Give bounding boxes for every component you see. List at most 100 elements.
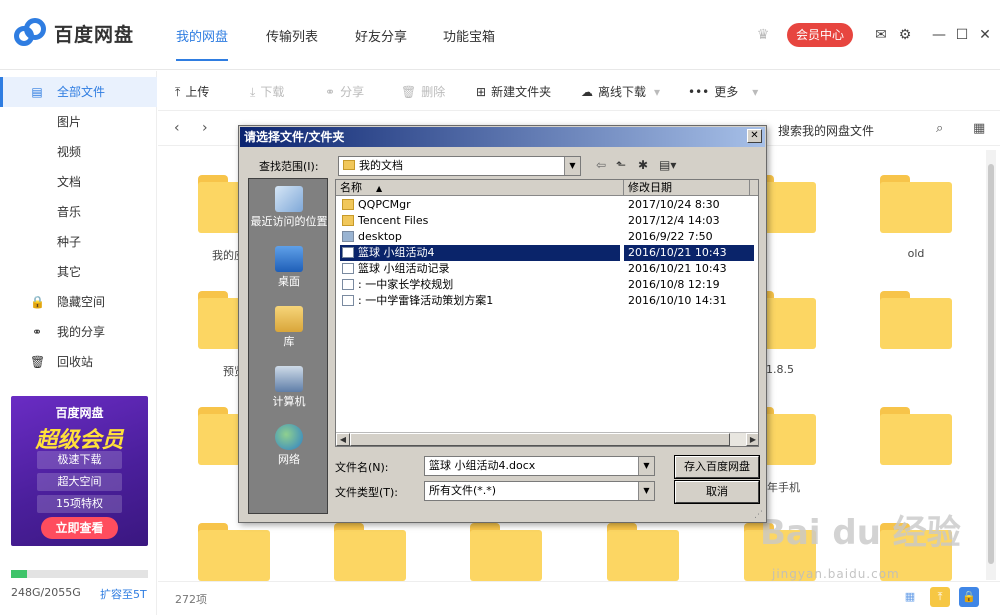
sidebar-item-other[interactable]: 其它 bbox=[0, 257, 157, 287]
folder-icon[interactable] bbox=[880, 407, 952, 465]
file-name: : 一中家长学校规划 bbox=[340, 277, 620, 293]
document-icon bbox=[342, 247, 354, 258]
new-folder-button[interactable]: ⊞ 新建文件夹 bbox=[476, 83, 551, 100]
search-icon[interactable]: ⌕ bbox=[936, 121, 943, 136]
resize-grip-icon[interactable]: ⋰ bbox=[754, 510, 764, 520]
sidebar-item-hidden-space[interactable]: 🔒 隐藏空间 bbox=[0, 287, 157, 317]
sidebar-item-all-files[interactable]: ▤ 全部文件 bbox=[0, 77, 157, 107]
folder-icon[interactable] bbox=[470, 523, 542, 581]
tab-my-disk[interactable]: 我的网盘 bbox=[176, 26, 229, 61]
forward-arrow-icon[interactable]: › bbox=[202, 120, 208, 136]
tab-friend-share[interactable]: 好友分享 bbox=[355, 26, 407, 45]
sidebar-item-docs[interactable]: 文档 bbox=[0, 167, 157, 197]
document-icon bbox=[342, 295, 354, 306]
sidebar-item-recycle-bin[interactable]: 🗑 回收站 bbox=[0, 347, 157, 377]
scroll-left-icon[interactable]: ◀ bbox=[336, 433, 350, 446]
file-row[interactable]: : 一中家长学校规划 2016/10/8 12:19 bbox=[336, 277, 758, 293]
place-network[interactable]: 网络 bbox=[249, 424, 329, 466]
folder-icon[interactable] bbox=[880, 175, 952, 233]
search-input[interactable]: 搜索我的网盘文件 bbox=[778, 122, 874, 139]
sidebar-item-my-share[interactable]: ⚭ 我的分享 bbox=[0, 317, 157, 347]
mail-icon[interactable]: ✉ bbox=[873, 27, 889, 43]
file-list-header: 名称 ▲ 修改日期 bbox=[336, 180, 758, 196]
chevron-down-icon[interactable]: ▼ bbox=[638, 457, 654, 475]
download-button[interactable]: ⤓ 下载 bbox=[250, 83, 284, 100]
more-button[interactable]: ••• 更多 ▾ bbox=[688, 83, 758, 100]
place-library[interactable]: 库 bbox=[249, 306, 329, 348]
sidebar-item-label: 其它 bbox=[57, 265, 82, 279]
sidebar-item-videos[interactable]: 视频 bbox=[0, 137, 157, 167]
file-row[interactable]: QQPCMgr 2017/10/24 8:30 bbox=[336, 197, 758, 213]
file-row[interactable]: desktop 2016/9/22 7:50 bbox=[336, 229, 758, 245]
upload-icon: ⤒ bbox=[175, 85, 181, 99]
filetype-select[interactable]: 所有文件(*.*) ▼ bbox=[424, 481, 655, 501]
back-arrow-icon[interactable]: ‹ bbox=[174, 120, 180, 136]
sidebar-item-images[interactable]: 图片 bbox=[0, 107, 157, 137]
save-to-disk-button[interactable]: 存入百度网盘 bbox=[674, 455, 760, 479]
cancel-button[interactable]: 取消 bbox=[674, 480, 760, 504]
app-logo[interactable]: 百度网盘 bbox=[14, 18, 134, 48]
place-desktop[interactable]: 桌面 bbox=[249, 246, 329, 288]
view-menu-icon[interactable]: ▤▾ bbox=[659, 158, 676, 172]
upload-button[interactable]: ⤒ 上传 bbox=[175, 83, 209, 100]
sidebar-item-torrents[interactable]: 种子 bbox=[0, 227, 157, 257]
vip-promo-banner[interactable]: 百度网盘 超级会员 极速下载 超大空间 15项特权 立即查看 bbox=[11, 396, 148, 546]
scroll-right-icon[interactable]: ▶ bbox=[746, 433, 758, 446]
library-icon bbox=[275, 306, 303, 332]
filetype-label: 文件类型(T): bbox=[335, 486, 399, 499]
crown-icon[interactable]: ♛ bbox=[755, 27, 771, 43]
file-row[interactable]: 篮球 小组活动记录 2016/10/21 10:43 bbox=[336, 261, 758, 277]
cloud-download-icon: ☁ bbox=[581, 85, 593, 99]
close-icon[interactable]: ✕ bbox=[977, 27, 993, 43]
promo-view-button[interactable]: 立即查看 bbox=[41, 517, 118, 539]
folder-icon bbox=[343, 160, 355, 170]
select-file-dialog: 请选择文件/文件夹 ✕ 查找范围(I): 我的文档 ▼ ⇦ ⬑ ✱ ▤▾ 最近访… bbox=[238, 125, 767, 523]
folder-icon[interactable] bbox=[334, 523, 406, 581]
chevron-down-icon[interactable]: ▼ bbox=[564, 157, 580, 175]
place-recent[interactable]: 最近访问的位置 bbox=[249, 186, 329, 228]
vip-center-button[interactable]: 会员中心 bbox=[787, 23, 853, 47]
more-label: 更多 bbox=[714, 85, 739, 99]
grid-view-icon[interactable]: ▦ bbox=[973, 121, 985, 136]
share-button[interactable]: ⚭ 分享 bbox=[325, 83, 364, 100]
look-in-select[interactable]: 我的文档 ▼ bbox=[338, 156, 581, 176]
dialog-close-icon[interactable]: ✕ bbox=[747, 129, 762, 143]
chevron-down-icon[interactable]: ▼ bbox=[638, 482, 654, 500]
filetype-value: 所有文件(*.*) bbox=[429, 484, 497, 497]
filename-input[interactable]: 篮球 小组活动4.docx ▼ bbox=[424, 456, 655, 476]
item-count: 272项 bbox=[175, 593, 207, 606]
settings-file-icon bbox=[342, 231, 354, 242]
tab-transfer-list[interactable]: 传输列表 bbox=[266, 26, 318, 45]
up-folder-icon[interactable]: ⬑ bbox=[616, 158, 626, 172]
folder-icon[interactable] bbox=[607, 523, 679, 581]
file-list[interactable]: 名称 ▲ 修改日期 QQPCMgr 2017/10/24 8:30 Tencent F… bbox=[335, 179, 759, 447]
sidebar-item-label: 图片 bbox=[57, 115, 82, 129]
sort-asc-icon: ▲ bbox=[376, 184, 383, 193]
back-icon[interactable]: ⇦ bbox=[596, 158, 606, 172]
chevron-down-icon[interactable]: ▾ bbox=[752, 85, 758, 99]
minimize-icon[interactable]: — bbox=[931, 27, 947, 43]
file-row[interactable]: : 一中学雷锋活动策划方案1 2016/10/10 14:31 bbox=[336, 293, 758, 309]
scrollbar-thumb[interactable] bbox=[988, 164, 994, 564]
file-row[interactable]: Tencent Files 2017/12/4 14:03 bbox=[336, 213, 758, 229]
file-icon: ▤ bbox=[31, 85, 43, 99]
folder-icon[interactable] bbox=[880, 291, 952, 349]
delete-button[interactable]: 🗑 删除 bbox=[401, 83, 445, 100]
new-folder-icon[interactable]: ✱ bbox=[638, 158, 648, 172]
file-list-hscrollbar[interactable]: ◀ ▶ bbox=[336, 432, 758, 446]
column-name-header[interactable]: 名称 ▲ bbox=[336, 180, 624, 196]
hscroll-thumb[interactable] bbox=[350, 433, 730, 446]
gear-icon[interactable]: ⚙ bbox=[897, 27, 913, 43]
tab-toolbox[interactable]: 功能宝箱 bbox=[443, 26, 495, 45]
column-modified-header[interactable]: 修改日期 bbox=[624, 180, 750, 196]
place-computer[interactable]: 计算机 bbox=[249, 366, 329, 408]
look-in-label: 查找范围(I): bbox=[259, 160, 319, 173]
expand-storage-link[interactable]: 扩容至5T bbox=[100, 586, 147, 602]
maximize-icon[interactable]: ☐ bbox=[954, 27, 970, 43]
file-row[interactable]: 篮球 小组活动4 2016/10/21 10:43 bbox=[336, 245, 758, 261]
sidebar-item-label: 隐藏空间 bbox=[57, 295, 106, 309]
chevron-down-icon[interactable]: ▾ bbox=[654, 85, 660, 99]
offline-download-button[interactable]: ☁ 离线下载 ▾ bbox=[581, 83, 660, 100]
folder-icon[interactable] bbox=[198, 523, 270, 581]
sidebar-item-music[interactable]: 音乐 bbox=[0, 197, 157, 227]
